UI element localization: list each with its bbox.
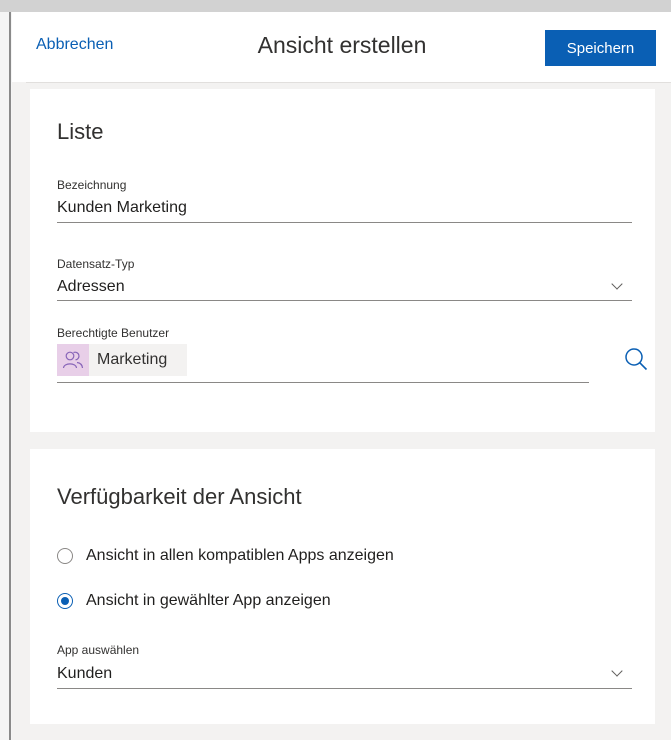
radio-selected-app[interactable]: Ansicht in gewählter App anzeigen [57,592,331,610]
window-left-border [9,12,11,740]
name-field-label: Bezeichnung [57,178,127,192]
record-type-select[interactable]: Adressen [57,278,597,300]
app-select-underline [57,688,632,689]
app-select[interactable]: Kunden [57,665,597,687]
search-icon[interactable] [624,347,648,376]
panel-header: Abbrechen Ansicht erstellen Speichern [12,12,671,82]
save-button[interactable]: Speichern [545,30,656,66]
window-top-edge [0,0,671,12]
radio-selected-app-circle[interactable] [57,593,73,609]
authorized-users-label: Berechtigte Benutzer [57,326,170,340]
authorized-users-underline [57,382,589,383]
radio-all-apps-label: Ansicht in allen kompatiblen Apps anzeig… [86,547,394,564]
create-view-panel: Abbrechen Ansicht erstellen Speichern Li… [12,12,671,740]
availability-section: Verfügbarkeit der Ansicht Ansicht in all… [30,449,655,724]
availability-section-title: Verfügbarkeit der Ansicht [57,484,302,509]
radio-selected-app-label: Ansicht in gewählter App anzeigen [86,592,331,609]
app-select-label: App auswählen [57,643,140,657]
radio-all-apps[interactable]: Ansicht in allen kompatiblen Apps anzeig… [57,547,394,565]
name-input-underline [57,222,632,223]
radio-all-apps-circle[interactable] [57,548,73,564]
name-input[interactable]: Kunden Marketing [57,199,632,221]
user-chip-label: Marketing [97,351,168,368]
page-title: Ansicht erstellen [257,32,427,58]
group-icon [57,344,89,376]
list-section: Liste Bezeichnung Kunden Marketing Daten… [30,89,655,432]
record-type-underline [57,300,632,301]
list-section-title: Liste [57,119,104,144]
chevron-down-icon[interactable] [611,665,623,677]
header-divider [26,82,671,83]
user-chip[interactable]: Marketing [57,344,187,376]
chevron-down-icon[interactable] [611,278,623,290]
record-type-label: Datensatz-Typ [57,257,135,271]
cancel-button[interactable]: Abbrechen [36,36,113,54]
